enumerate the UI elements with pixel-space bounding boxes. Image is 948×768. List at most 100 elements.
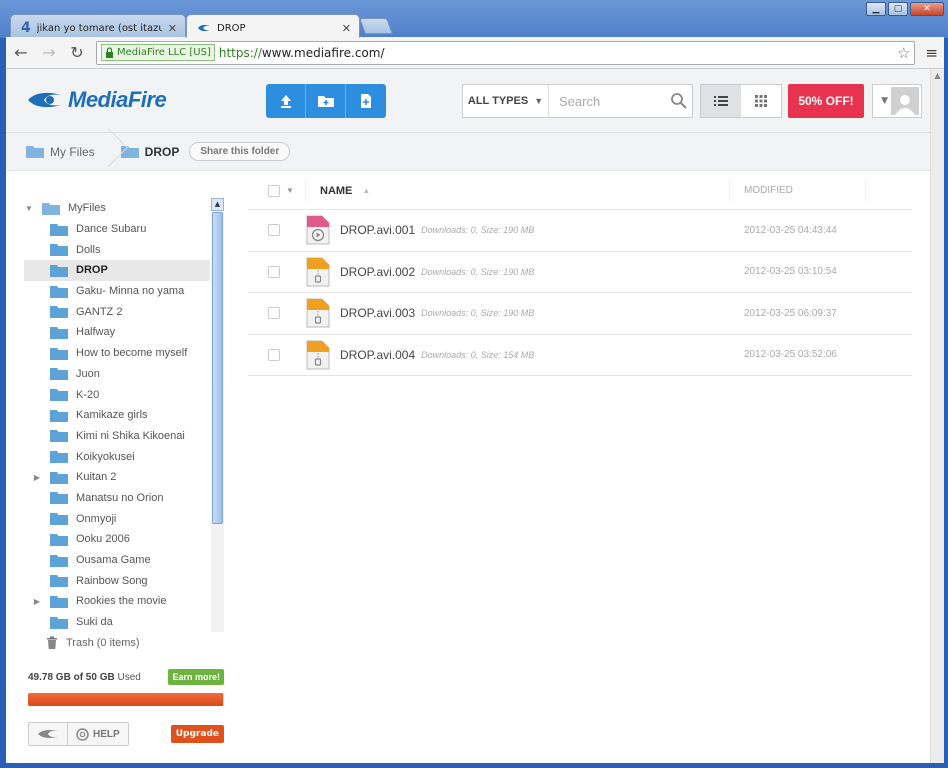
file-meta: Downloads: 0, Size: 190 MB	[421, 266, 535, 277]
tree-folder-item[interactable]: Dolls	[24, 239, 210, 260]
mediafire-header: MediaFire ALL TYPES ▼ Search 50% OFF! ▼	[6, 69, 930, 133]
tab-title: DROP	[217, 22, 246, 34]
browser-menu-icon[interactable]: ≡	[925, 44, 938, 62]
folder-icon	[50, 513, 68, 526]
type-filter-dropdown[interactable]: ALL TYPES ▼	[463, 85, 549, 117]
dropdown-arrow-icon: ▼	[881, 96, 888, 106]
tree-root[interactable]: ▼ MyFiles	[24, 198, 210, 219]
folder-label: Rainbow Song	[76, 574, 148, 587]
file-row[interactable]: DROP.avi.002 Downloads: 0, Size: 190 MB 20…	[248, 252, 912, 293]
folder-label: Koikyokusei	[76, 450, 135, 463]
breadcrumb-my-files[interactable]: My Files	[26, 145, 95, 159]
mediafire-logo[interactable]: MediaFire	[26, 87, 167, 113]
select-all-checkbox[interactable]	[268, 184, 280, 197]
forward-arrow-icon[interactable]: →	[40, 43, 58, 62]
tree-folder-item[interactable]: Kamikaze girls	[24, 405, 210, 426]
file-name[interactable]: DROP.avi.001	[340, 223, 415, 237]
address-bar[interactable]: MediaFire LLC [US] https://www.mediafire…	[96, 40, 916, 65]
tree-folder-item[interactable]: ▶ Kuitan 2	[24, 467, 210, 488]
minimize-icon[interactable]: ▁	[866, 2, 886, 16]
mediafire-home-button[interactable]	[29, 723, 68, 745]
expand-arrow-icon[interactable]: ▶	[32, 597, 42, 606]
tree-folder-item[interactable]: ▶ Rookies the movie	[24, 591, 210, 612]
tree-folder-item[interactable]: GANTZ 2	[24, 301, 210, 322]
folder-icon	[50, 492, 68, 505]
file-checkbox[interactable]	[268, 307, 280, 320]
file-row[interactable]: DROP.avi.004 Downloads: 0, Size: 154 MB 20…	[248, 335, 912, 376]
tree-folder-item[interactable]: Ousama Game	[24, 550, 210, 571]
file-row[interactable]: DROP.avi.003 Downloads: 0, Size: 190 MB 20…	[248, 293, 912, 335]
storage-bar	[28, 693, 224, 706]
window-titlebar: 4 jikan yo tomare (ost itazura n ✕ DROP …	[0, 0, 948, 38]
tree-folder-item[interactable]: Dance Subaru	[24, 219, 210, 240]
folder-icon	[50, 285, 68, 298]
collapse-arrow-icon[interactable]: ▼	[24, 204, 34, 213]
column-name[interactable]: NAME ▲	[306, 180, 730, 201]
file-row[interactable]: DROP.avi.001 Downloads: 0, Size: 190 MB 20…	[248, 210, 912, 252]
file-checkbox[interactable]	[268, 265, 280, 278]
ev-certificate-badge[interactable]: MediaFire LLC [US]	[101, 44, 215, 61]
mediafire-logo-icon	[38, 730, 58, 738]
grid-view-button[interactable]	[741, 85, 781, 117]
earn-more-button[interactable]: Earn more!	[168, 669, 224, 685]
trash-item[interactable]: Trash (0 items)	[46, 636, 140, 649]
back-arrow-icon[interactable]: ←	[12, 43, 30, 62]
upload-button[interactable]	[266, 84, 306, 118]
tree-folder-item[interactable]: Rainbow Song	[24, 570, 210, 591]
bookmark-star-icon[interactable]: ☆	[897, 44, 910, 62]
page-scrollbar[interactable]: ▲	[930, 69, 944, 763]
share-folder-button[interactable]: Share this folder	[189, 142, 291, 161]
search-input[interactable]: Search	[549, 94, 666, 109]
folder-label: GANTZ 2	[76, 305, 123, 318]
tree-folder-item[interactable]: DROP	[24, 260, 210, 281]
reload-icon[interactable]: ↻	[68, 43, 86, 62]
tree-folder-item[interactable]: Gaku- Minna no yama	[24, 281, 210, 302]
list-view-button[interactable]	[701, 85, 741, 117]
folder-icon	[50, 326, 68, 339]
scroll-thumb[interactable]	[212, 212, 223, 524]
folder-icon	[50, 616, 68, 629]
account-menu[interactable]: ▼	[872, 84, 922, 118]
tree-folder-item[interactable]: K-20	[24, 384, 210, 405]
tree-folder-item[interactable]: Kimi ni Shika Kikoenai	[24, 426, 210, 447]
tree-folder-item[interactable]: Juon	[24, 364, 210, 385]
column-modified[interactable]: MODIFIED	[730, 180, 866, 201]
tree-folder-item[interactable]: Onmyoji	[24, 508, 210, 529]
file-name[interactable]: DROP.avi.004	[340, 348, 415, 362]
tree-folder-item[interactable]: Manatsu no Orion	[24, 488, 210, 509]
tree-folder-item[interactable]: Koikyokusei	[24, 446, 210, 467]
breadcrumb-current[interactable]: DROP	[120, 145, 179, 159]
tab-close-icon[interactable]: ✕	[168, 22, 177, 35]
new-folder-button[interactable]	[306, 84, 346, 118]
scroll-up-icon[interactable]: ▲	[211, 198, 224, 211]
file-checkbox[interactable]	[268, 224, 280, 237]
search-icon[interactable]	[666, 92, 692, 110]
tree-folder-item[interactable]: Suki da	[24, 612, 210, 632]
tree-folder-item[interactable]: Ooku 2006	[24, 529, 210, 550]
breadcrumb-label: My Files	[50, 144, 95, 159]
new-tab-button[interactable]	[359, 18, 393, 34]
close-window-icon[interactable]: ✕	[910, 2, 944, 16]
folder-label: Gaku- Minna no yama	[76, 285, 185, 298]
url-text: www.mediafire.com/	[261, 45, 385, 60]
help-button[interactable]: HELP	[68, 723, 128, 745]
promo-button[interactable]: 50% OFF!	[788, 84, 864, 118]
browser-tab-active[interactable]: DROP ✕	[186, 14, 360, 38]
tree-folder-item[interactable]: How to become myself	[24, 343, 210, 364]
upgrade-button[interactable]: Upgrade	[170, 725, 224, 743]
archive-file-icon	[306, 340, 330, 370]
tree-folder-item[interactable]: Halfway	[24, 322, 210, 343]
scroll-up-icon[interactable]: ▲	[931, 69, 944, 83]
browser-tab-inactive[interactable]: 4 jikan yo tomare (ost itazura n ✕	[10, 14, 186, 38]
select-menu-arrow-icon[interactable]: ▼	[286, 186, 294, 195]
file-name[interactable]: DROP.avi.003	[340, 306, 415, 320]
file-checkbox[interactable]	[268, 348, 280, 361]
tree-scrollbar[interactable]: ▲	[211, 198, 224, 632]
expand-arrow-icon[interactable]: ▶	[32, 473, 42, 482]
file-name[interactable]: DROP.avi.002	[340, 265, 415, 279]
new-file-button[interactable]	[346, 84, 386, 118]
folder-label: Halfway	[76, 326, 116, 339]
tab-close-icon[interactable]: ✕	[342, 22, 351, 35]
maximize-icon[interactable]: ▢	[888, 2, 908, 16]
file-modified: 2012-03-25 04:43:44	[744, 224, 837, 236]
